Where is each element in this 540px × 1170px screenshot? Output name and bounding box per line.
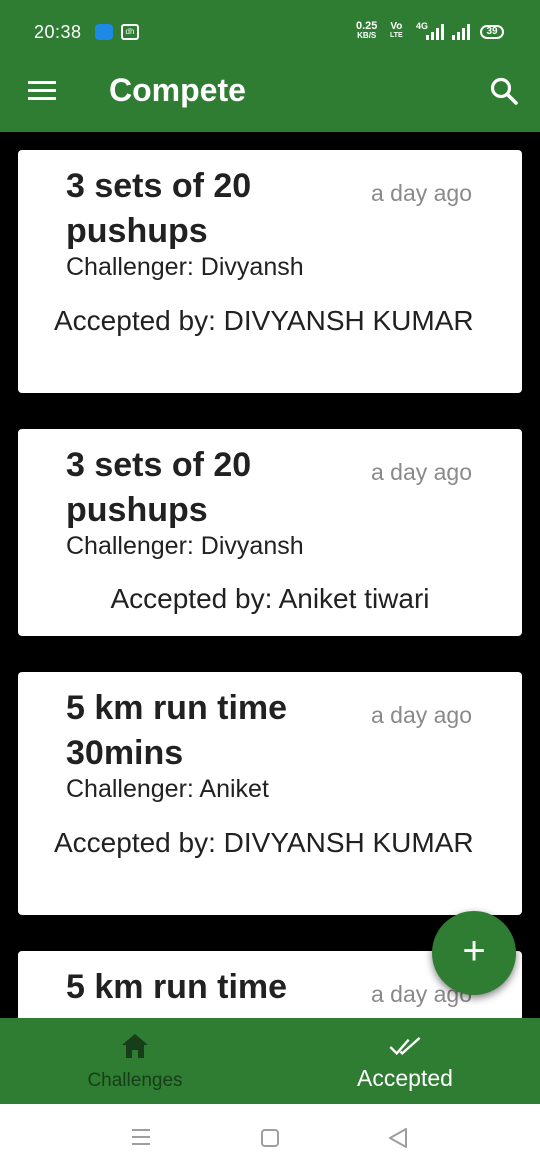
add-challenge-button[interactable]: + xyxy=(432,911,516,995)
back-triangle-icon[interactable] xyxy=(387,1127,409,1149)
challenge-title: 5 km run time 30mins xyxy=(66,968,288,1018)
volte-top: Vo xyxy=(390,21,403,32)
nav-label-challenges: Challenges xyxy=(87,1070,183,1091)
network-speed-value: 0.25 xyxy=(356,20,378,32)
challenge-time: a day ago xyxy=(370,702,472,728)
challenge-title: 3 sets of 20 pushups xyxy=(66,167,252,250)
nav-item-accepted[interactable]: Accepted xyxy=(270,1018,540,1104)
recents-menu-icon[interactable] xyxy=(131,1128,151,1146)
challenge-card[interactable]: 5 km run time 30mins a day ago Challenge… xyxy=(18,672,522,915)
network-speed-unit: KB/S xyxy=(357,31,377,40)
volte-bottom: LTE xyxy=(390,32,403,39)
signal-strength-icon xyxy=(452,24,470,40)
signal-strength-icon xyxy=(426,24,444,40)
volte-indicator: Vo LTE xyxy=(390,22,403,40)
system-navigation-bar xyxy=(0,1104,540,1170)
challenger-label: Challenger: Divyansh xyxy=(66,532,304,560)
app-bar: Compete xyxy=(0,48,540,132)
search-icon[interactable] xyxy=(489,76,519,106)
challenger-label: Challenger: Aniket xyxy=(66,775,269,803)
nav-label-accepted: Accepted xyxy=(357,1065,453,1091)
accepted-by-label: Accepted by: DIVYANSH KUMAR xyxy=(54,827,474,858)
challenge-list[interactable]: 3 sets of 20 pushups a day ago Challenge… xyxy=(0,132,540,1018)
double-check-icon xyxy=(389,1036,421,1056)
challenge-title: 5 km run time 30mins xyxy=(66,689,288,772)
battery-icon: 39 xyxy=(480,25,504,39)
nav-item-challenges[interactable]: Challenges xyxy=(0,1018,270,1104)
dh-app-icon: dh xyxy=(121,24,139,40)
app-screen: 20:38 dh 0.25 KB/S Vo LTE 4G 39 Compete xyxy=(0,0,540,1170)
status-time: 20:38 xyxy=(34,22,82,42)
accepted-by-label: Accepted by: DIVYANSH KUMAR xyxy=(54,305,474,336)
challenge-time: a day ago xyxy=(370,459,472,485)
challenge-card[interactable]: 3 sets of 20 pushups a day ago Challenge… xyxy=(18,429,522,636)
page-title: Compete xyxy=(109,72,246,108)
accepted-by-label: Accepted by: Aniket tiwari xyxy=(110,583,430,614)
challenge-card[interactable]: 3 sets of 20 pushups a day ago Challenge… xyxy=(18,150,522,393)
add-icon: + xyxy=(462,929,486,973)
challenge-title: 3 sets of 20 pushups xyxy=(66,446,252,529)
battery-level: 39 xyxy=(486,26,498,37)
status-bar: 20:38 dh 0.25 KB/S Vo LTE 4G 39 xyxy=(0,0,540,48)
challenge-time: a day ago xyxy=(370,180,472,206)
app-notification-icon xyxy=(95,24,113,40)
hamburger-menu-icon[interactable] xyxy=(28,81,56,101)
home-square-icon[interactable] xyxy=(260,1128,280,1148)
home-icon xyxy=(122,1034,148,1058)
network-speed: 0.25 KB/S xyxy=(356,20,378,41)
bottom-navigation: Challenges Accepted xyxy=(0,1018,540,1104)
challenger-label: Challenger: Divyansh xyxy=(66,253,304,281)
